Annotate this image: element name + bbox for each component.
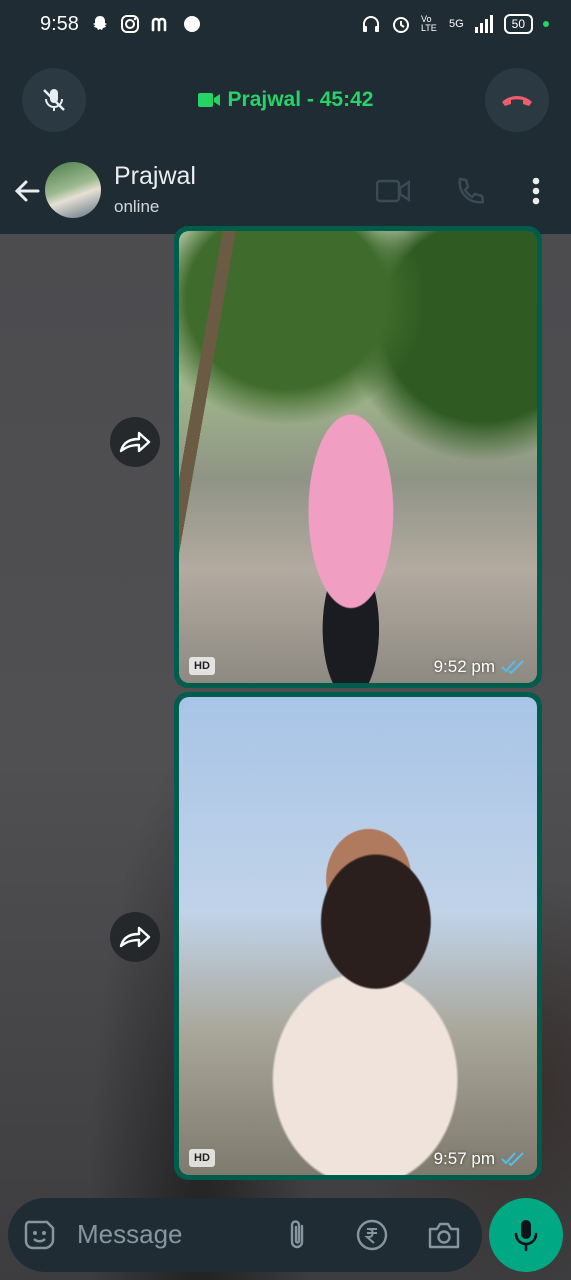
contact-avatar[interactable] [45, 162, 101, 218]
volte-label: Vo LTE [420, 14, 437, 33]
phone-hangup-icon [502, 96, 532, 106]
sticker-button[interactable] [22, 1217, 58, 1253]
forward-button[interactable] [110, 417, 160, 467]
notification-icons [90, 14, 202, 34]
voice-call-button[interactable] [452, 174, 486, 208]
forward-icon [119, 431, 151, 453]
status-time: 9:58 [40, 13, 79, 35]
paperclip-icon [290, 1220, 304, 1249]
hd-badge: HD [189, 657, 215, 675]
mic-icon [514, 1220, 538, 1252]
rupee-icon [356, 1219, 388, 1251]
video-call-button[interactable] [376, 174, 410, 208]
system-icons: Vo LTE 5G 50 [361, 14, 549, 34]
m-app-icon [151, 17, 167, 32]
camera-button[interactable] [426, 1217, 462, 1253]
message-input[interactable]: Message [77, 1219, 183, 1250]
alarm-icon [392, 17, 409, 33]
video-icon [376, 179, 410, 203]
forward-icon [119, 926, 151, 948]
voice-message-button[interactable] [489, 1198, 563, 1272]
sticker-icon [24, 1220, 55, 1250]
message-image[interactable]: HD 9:52 pm [179, 231, 537, 683]
message-time-text: 9:52 pm [433, 657, 495, 676]
read-ticks-icon [501, 660, 524, 674]
signal-icon [474, 15, 493, 33]
payment-button[interactable] [354, 1217, 390, 1253]
attach-button[interactable] [280, 1217, 316, 1253]
phone-icon [458, 177, 484, 204]
message-time-text: 9:57 pm [433, 1149, 495, 1168]
contact-status: online [114, 197, 160, 216]
end-call-button[interactable] [485, 68, 549, 132]
battery-level: 50 [503, 14, 533, 34]
forward-button[interactable] [110, 912, 160, 962]
read-ticks-icon [501, 1152, 524, 1166]
video-icon [197, 93, 220, 107]
back-button[interactable] [12, 176, 42, 206]
network-label: 5G [448, 18, 464, 30]
image-message[interactable]: HD 9:52 pm [174, 226, 542, 688]
menu-button[interactable] [519, 174, 553, 208]
message-image[interactable]: HD 9:57 pm [179, 697, 537, 1175]
call-title-text: Prajwal - 45:42 [227, 88, 374, 111]
hd-badge: HD [189, 1149, 215, 1167]
message-time: 9:52 pm [434, 657, 525, 677]
camera-icon [428, 1222, 460, 1249]
headphones-icon [362, 16, 379, 32]
dot-notification-icon [184, 16, 200, 32]
message-time: 9:57 pm [434, 1149, 525, 1169]
image-message[interactable]: HD 9:57 pm [174, 692, 542, 1180]
contact-name[interactable]: Prajwal [114, 162, 196, 191]
privacy-indicator [543, 21, 549, 27]
snapchat-icon [93, 16, 107, 30]
arrow-back-icon [14, 180, 40, 202]
instagram-icon [121, 15, 139, 33]
more-vertical-icon [532, 177, 540, 205]
